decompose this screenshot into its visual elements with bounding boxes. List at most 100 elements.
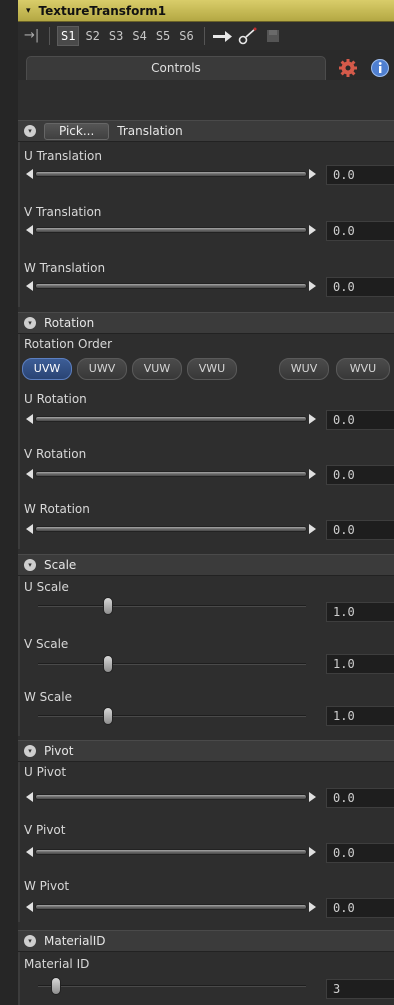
u-pivot-thumbwheel[interactable] [26, 791, 316, 803]
w-translation-thumbwheel[interactable] [26, 280, 316, 292]
u-translation-field[interactable]: 0.0 [326, 165, 394, 185]
thumbwheel-bar[interactable] [35, 904, 307, 910]
increment-arrow-icon[interactable] [309, 414, 316, 424]
thumbwheel-bar[interactable] [35, 526, 307, 532]
slider-handle[interactable] [103, 655, 113, 673]
decrement-arrow-icon[interactable] [26, 169, 33, 179]
thumbwheel-bar[interactable] [35, 794, 307, 800]
u-scale-slider[interactable] [38, 597, 306, 615]
decrement-arrow-icon[interactable] [26, 225, 33, 235]
u-rotation-thumbwheel[interactable] [26, 413, 316, 425]
slot-button-s3[interactable]: S3 [106, 27, 126, 45]
info-icon[interactable] [370, 58, 392, 78]
tool-panel: ▾ TextureTransform1 →| S1 S2 S3 S4 S5 S6… [0, 0, 394, 1005]
node-title-bar[interactable]: ▾ TextureTransform1 [18, 0, 394, 22]
slot-button-s4[interactable]: S4 [129, 27, 149, 45]
section-header-scale[interactable]: ▾ Scale [18, 554, 394, 576]
u-scale-field[interactable]: 1.0 [326, 602, 394, 622]
collapse-toggle-icon[interactable]: ▾ [24, 745, 36, 757]
increment-arrow-icon[interactable] [309, 847, 316, 857]
thumbwheel-bar[interactable] [35, 416, 307, 422]
decrement-arrow-icon[interactable] [26, 847, 33, 857]
w-translation-field[interactable]: 0.0 [326, 277, 394, 297]
w-pivot-thumbwheel[interactable] [26, 901, 316, 913]
v-scale-slider[interactable] [38, 655, 306, 673]
gear-icon[interactable] [338, 58, 360, 78]
thumbwheel-bar[interactable] [35, 283, 307, 289]
section-header-rotation[interactable]: ▾ Rotation [18, 312, 394, 334]
v-translation-thumbwheel[interactable] [26, 224, 316, 236]
control-label: U Rotation [24, 392, 87, 406]
left-margin-strip [0, 0, 18, 1005]
decrement-arrow-icon[interactable] [26, 281, 33, 291]
rotation-order-vuw[interactable]: VUW [132, 358, 182, 380]
pick-button[interactable]: Pick... [44, 122, 110, 140]
tab-controls[interactable]: Controls [26, 56, 326, 80]
w-scale-slider[interactable] [38, 707, 306, 725]
slider-track[interactable] [38, 663, 306, 665]
rotation-order-uwv[interactable]: UWV [77, 358, 127, 380]
u-pivot-field[interactable]: 0.0 [326, 788, 394, 808]
w-scale-field[interactable]: 1.0 [326, 706, 394, 726]
slider-track[interactable] [38, 605, 306, 607]
slot-button-s2[interactable]: S2 [82, 27, 102, 45]
slider-track[interactable] [38, 715, 306, 717]
v-pivot-thumbwheel[interactable] [26, 846, 316, 858]
increment-arrow-icon[interactable] [309, 281, 316, 291]
material-id-slider[interactable] [38, 977, 306, 995]
v-translation-field[interactable]: 0.0 [326, 221, 394, 241]
thumbwheel-bar[interactable] [35, 227, 307, 233]
w-rotation-thumbwheel[interactable] [26, 523, 316, 535]
material-id-field[interactable]: 3 [326, 979, 394, 999]
w-pivot-field[interactable]: 0.0 [326, 898, 394, 918]
u-rotation-field[interactable]: 0.0 [326, 410, 394, 430]
decrement-arrow-icon[interactable] [26, 414, 33, 424]
section-title: Rotation [44, 316, 95, 330]
thumbwheel-bar[interactable] [35, 171, 307, 177]
v-rotation-field[interactable]: 0.0 [326, 465, 394, 485]
v-rotation-thumbwheel[interactable] [26, 468, 316, 480]
slider-handle[interactable] [103, 597, 113, 615]
section-header-translation[interactable]: ▾ Pick... Translation [18, 120, 394, 142]
toolbar-divider [49, 27, 50, 45]
slot-button-s6[interactable]: S6 [176, 27, 196, 45]
decrement-arrow-icon[interactable] [26, 792, 33, 802]
thumbwheel-bar[interactable] [35, 471, 307, 477]
v-scale-field[interactable]: 1.0 [326, 654, 394, 674]
rotation-order-uvw[interactable]: UVW [22, 358, 72, 380]
rotation-order-wvu[interactable]: WVU [336, 358, 390, 380]
node-title: TextureTransform1 [38, 3, 167, 18]
slider-handle[interactable] [103, 707, 113, 725]
toolbar: →| S1 S2 S3 S4 S5 S6 [18, 22, 394, 50]
slider-track[interactable] [38, 985, 306, 987]
collapse-toggle-icon[interactable]: ▾ [24, 317, 36, 329]
increment-arrow-icon[interactable] [309, 524, 316, 534]
rotation-order-vwu[interactable]: VWU [187, 358, 237, 380]
slider-handle[interactable] [51, 977, 61, 995]
connect-icon[interactable] [237, 27, 259, 45]
u-translation-thumbwheel[interactable] [26, 168, 316, 180]
increment-arrow-icon[interactable] [309, 902, 316, 912]
decrement-arrow-icon[interactable] [26, 469, 33, 479]
increment-arrow-icon[interactable] [309, 225, 316, 235]
collapse-toggle-icon[interactable]: ▾ [24, 559, 36, 571]
slot-button-s1[interactable]: S1 [57, 26, 80, 46]
decrement-arrow-icon[interactable] [26, 902, 33, 912]
thumbwheel-bar[interactable] [35, 849, 307, 855]
save-icon[interactable] [262, 27, 284, 45]
section-header-materialid[interactable]: ▾ MaterialID [18, 930, 394, 952]
increment-arrow-icon[interactable] [309, 469, 316, 479]
collapse-toggle-icon[interactable]: ▾ [24, 935, 36, 947]
w-rotation-field[interactable]: 0.0 [326, 520, 394, 540]
collapse-caret-icon[interactable]: ▾ [26, 6, 31, 16]
slot-button-s5[interactable]: S5 [153, 27, 173, 45]
rotation-order-wuv[interactable]: WUV [279, 358, 329, 380]
increment-arrow-icon[interactable] [309, 792, 316, 802]
pin-icon[interactable]: →| [24, 29, 42, 43]
arrow-right-icon[interactable] [212, 27, 234, 45]
decrement-arrow-icon[interactable] [26, 524, 33, 534]
collapse-toggle-icon[interactable]: ▾ [24, 125, 36, 137]
increment-arrow-icon[interactable] [309, 169, 316, 179]
section-header-pivot[interactable]: ▾ Pivot [18, 740, 394, 762]
v-pivot-field[interactable]: 0.0 [326, 843, 394, 863]
